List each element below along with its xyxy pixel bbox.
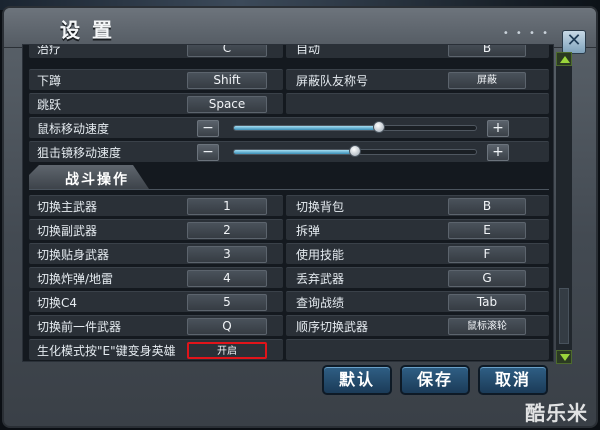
key-binding-button[interactable]: F xyxy=(448,246,526,263)
row-label: 治疗 xyxy=(37,44,62,56)
row-label: 丢弃武器 xyxy=(296,272,345,286)
increase-button[interactable]: + xyxy=(487,120,509,137)
slider-fill xyxy=(234,150,355,154)
cancel-button[interactable]: 取消 xyxy=(478,365,548,395)
row-label: 拆弹 xyxy=(296,224,321,238)
section-title: 战斗操作 xyxy=(65,172,129,188)
hero-toggle-button[interactable]: 开启 xyxy=(187,342,267,359)
row-label: 使用技能 xyxy=(296,248,345,262)
key-binding-button[interactable]: Q xyxy=(187,318,267,335)
arrow-down-icon xyxy=(560,354,570,361)
empty-cell xyxy=(286,93,549,114)
row-label: 切换主武器 xyxy=(37,200,98,214)
section-header: 战斗操作 xyxy=(29,165,549,190)
empty-cell xyxy=(286,339,549,360)
key-binding-button[interactable]: 4 xyxy=(187,270,267,287)
row-label: 生化模式按"E"键变身英雄 xyxy=(37,344,176,358)
key-binding-button[interactable]: 5 xyxy=(187,294,267,311)
save-button[interactable]: 保存 xyxy=(400,365,470,395)
decrease-button[interactable]: − xyxy=(197,144,219,161)
row-label: 屏蔽队友称号 xyxy=(296,74,369,88)
table-row: 切换炸弹/地雷 4 丢弃武器 G xyxy=(29,267,549,288)
key-binding-button[interactable]: Space xyxy=(187,96,267,113)
slider-label: 狙击镜移动速度 xyxy=(37,146,122,160)
arrow-up-icon xyxy=(560,56,570,63)
window-title: 设置 xyxy=(60,18,124,42)
key-binding-button[interactable]: G xyxy=(448,270,526,287)
key-binding-button[interactable]: B xyxy=(448,45,526,57)
close-icon: ✕ xyxy=(566,30,582,51)
row-label: 跳跃 xyxy=(37,98,62,112)
scope-speed-row: 狙击镜移动速度 − + xyxy=(29,141,549,162)
table-row: 切换前一件武器 Q 顺序切换武器 鼠标滚轮 xyxy=(29,315,549,336)
scrollbar[interactable] xyxy=(556,52,572,364)
row-label: 顺序切换武器 xyxy=(296,320,369,334)
row-label: 切换C4 xyxy=(37,296,78,310)
table-row: 切换C4 5 查询战绩 Tab xyxy=(29,291,549,312)
row-label: 切换背包 xyxy=(296,200,345,214)
key-binding-button[interactable]: B xyxy=(448,198,526,215)
mouse-speed-slider[interactable] xyxy=(233,121,477,133)
row-label: 自动 xyxy=(296,44,321,56)
row-label: 下蹲 xyxy=(37,74,62,88)
key-binding-button[interactable]: E xyxy=(448,222,526,239)
table-row: 切换主武器 1 切换背包 B xyxy=(29,195,549,216)
table-row: 跳跃 Space xyxy=(29,93,549,114)
slider-thumb[interactable] xyxy=(349,145,361,157)
scope-speed-slider[interactable] xyxy=(233,145,477,157)
row-label: 查询战绩 xyxy=(296,296,345,310)
scroll-down-button[interactable] xyxy=(556,350,572,364)
close-button[interactable]: ✕ xyxy=(562,30,586,54)
table-row: 切换贴身武器 3 使用技能 F xyxy=(29,243,549,264)
table-row: 生化模式按"E"键变身英雄 开启 xyxy=(29,339,549,360)
table-row: 治疗 C 自动 B xyxy=(29,44,549,58)
mouse-speed-row: 鼠标移动速度 − + xyxy=(29,117,549,138)
hide-teammate-name-button[interactable]: 屏蔽 xyxy=(448,72,526,89)
key-binding-button[interactable]: 3 xyxy=(187,246,267,263)
settings-list: 治疗 C 自动 B 下蹲 Shift 屏蔽队友称号 屏蔽 跳跃 Space 鼠标… xyxy=(22,44,554,362)
row-label: 切换贴身武器 xyxy=(37,248,110,262)
slider-thumb[interactable] xyxy=(373,121,386,133)
slider-fill xyxy=(234,126,380,130)
title-bar: 设置 • • • • ✕ xyxy=(4,8,596,54)
title-dots: • • • • xyxy=(502,28,550,39)
table-row: 切换副武器 2 拆弹 E xyxy=(29,219,549,240)
default-button[interactable]: 默认 xyxy=(322,365,392,395)
scroll-thumb[interactable] xyxy=(559,288,569,344)
row-label: 切换副武器 xyxy=(37,224,98,238)
key-binding-button[interactable]: C xyxy=(187,45,267,57)
key-binding-button[interactable]: 1 xyxy=(187,198,267,215)
row-label: 切换前一件武器 xyxy=(37,320,122,334)
key-binding-button[interactable]: 2 xyxy=(187,222,267,239)
scroll-up-button[interactable] xyxy=(556,52,572,66)
decrease-button[interactable]: − xyxy=(197,120,219,137)
key-binding-button[interactable]: Shift xyxy=(187,72,267,89)
watermark-logo: 酷乐米 xyxy=(525,401,588,425)
key-binding-button[interactable]: Tab xyxy=(448,294,526,311)
row-label: 切换炸弹/地雷 xyxy=(37,272,114,286)
key-binding-button[interactable]: 鼠标滚轮 xyxy=(448,318,526,335)
table-row: 下蹲 Shift 屏蔽队友称号 屏蔽 xyxy=(29,69,549,90)
increase-button[interactable]: + xyxy=(487,144,509,161)
slider-label: 鼠标移动速度 xyxy=(37,122,110,136)
